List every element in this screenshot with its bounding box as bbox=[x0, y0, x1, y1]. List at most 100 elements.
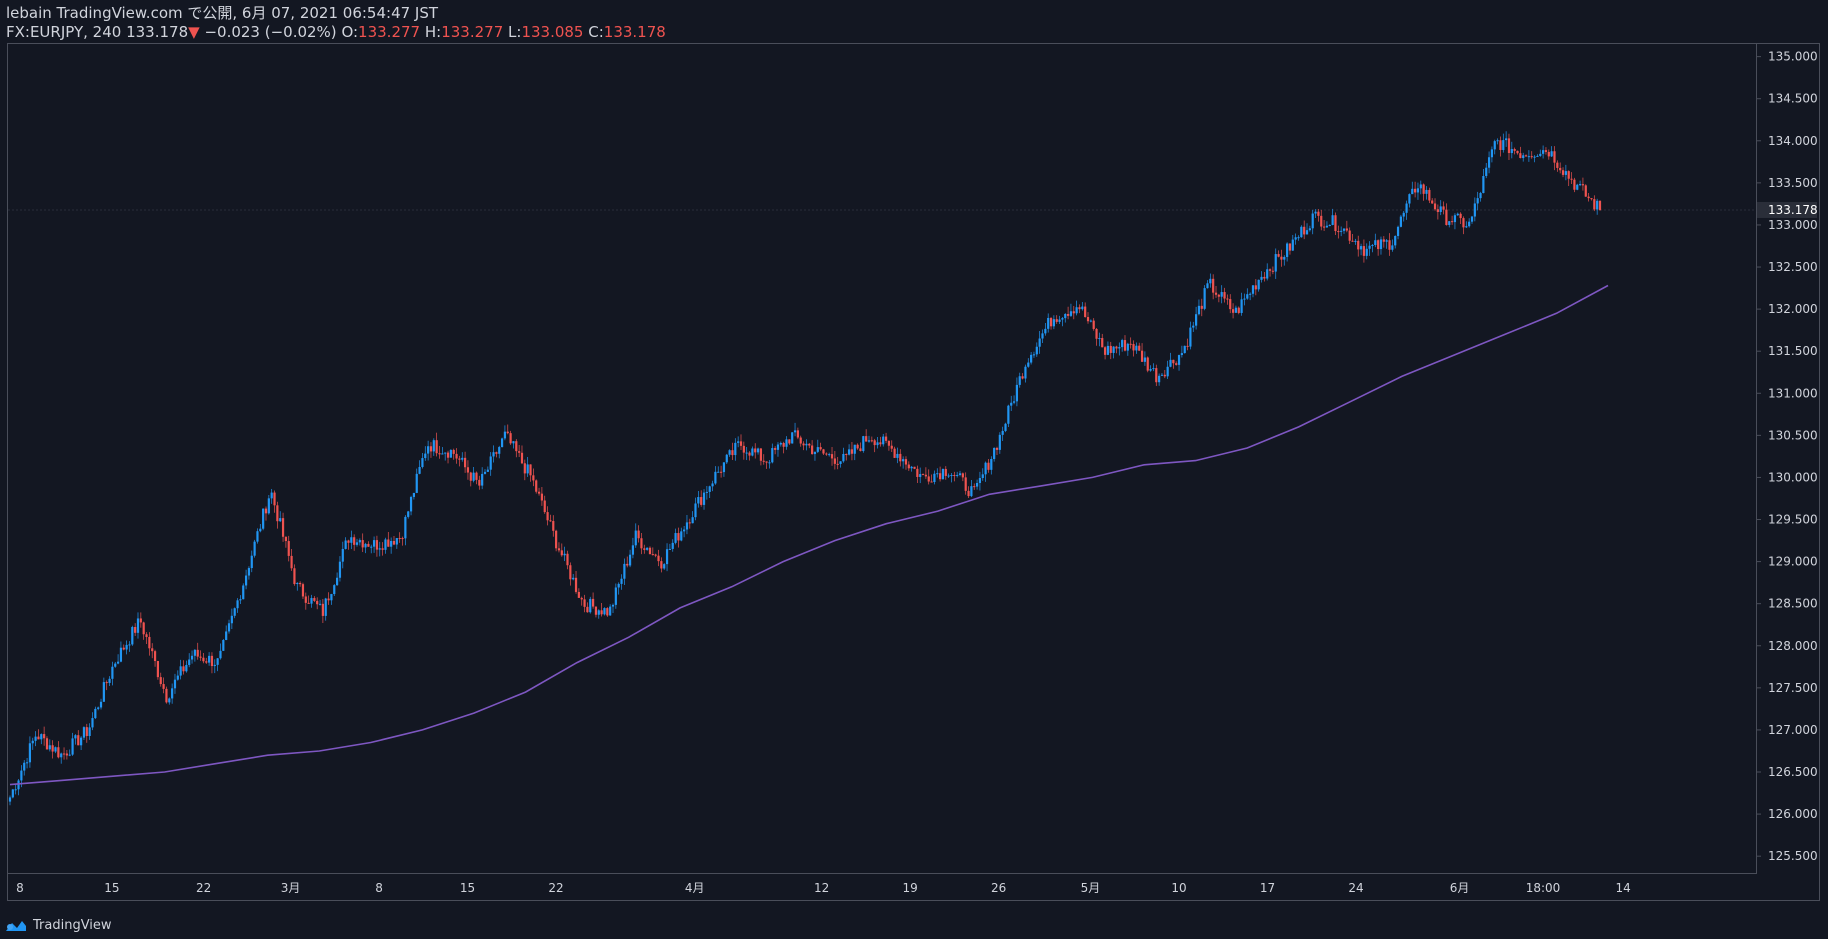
moving-average-line bbox=[9, 284, 1609, 786]
candle-body-106 bbox=[310, 598, 313, 604]
candle-body-94 bbox=[276, 505, 279, 522]
candle-body-390 bbox=[1118, 347, 1121, 349]
candle-body-222 bbox=[640, 538, 643, 549]
candle-body-410 bbox=[1175, 363, 1178, 365]
candle-body-173 bbox=[500, 438, 504, 448]
candle-body-269 bbox=[774, 448, 777, 450]
candle-body-513 bbox=[1468, 221, 1471, 227]
candle-body-190 bbox=[549, 520, 552, 522]
candle-body-482 bbox=[1379, 239, 1383, 250]
candle-body-71 bbox=[210, 655, 214, 667]
candle-body-403 bbox=[1155, 368, 1158, 383]
candle-body-204 bbox=[589, 598, 592, 613]
footer-brand[interactable]: TradingView bbox=[33, 918, 112, 933]
candle-body-90 bbox=[264, 508, 268, 514]
candle-body-366 bbox=[1049, 317, 1053, 327]
candle-body-478 bbox=[1368, 245, 1371, 249]
candle-body-494 bbox=[1414, 188, 1417, 193]
time-tick-label-8: 12 bbox=[814, 881, 829, 895]
candle-body-365 bbox=[1047, 317, 1050, 329]
candle-body-280 bbox=[805, 443, 808, 446]
candle-body-414 bbox=[1186, 345, 1189, 347]
candle-body-424 bbox=[1214, 292, 1218, 295]
candle-body-411 bbox=[1177, 355, 1181, 365]
candle-body-483 bbox=[1382, 239, 1385, 242]
candle-body-309 bbox=[887, 440, 891, 446]
candle-body-122 bbox=[355, 542, 359, 545]
candle-body-343 bbox=[984, 462, 987, 475]
price-tick-label-7: 131.500 bbox=[1768, 344, 1818, 358]
price-chart[interactable]: 135.000 134.500 134.000 133.500 133.000 132.5… bbox=[0, 0, 1828, 939]
candle-body-109 bbox=[318, 603, 322, 605]
candle-body-370 bbox=[1061, 318, 1064, 320]
candle-body-253 bbox=[728, 450, 731, 455]
candle-body-415 bbox=[1189, 327, 1192, 347]
candle-body-92 bbox=[270, 492, 273, 499]
candle-body-234 bbox=[674, 533, 677, 543]
candle-body-216 bbox=[623, 563, 626, 579]
price-tick-label-6: 132.000 bbox=[1768, 302, 1818, 316]
candle-body-85 bbox=[250, 555, 253, 569]
candle-body-88 bbox=[259, 528, 262, 532]
candle-body-379 bbox=[1086, 317, 1090, 322]
candle-body-83 bbox=[244, 575, 248, 586]
candle-body-140 bbox=[407, 511, 410, 517]
candle-body-123 bbox=[358, 540, 361, 543]
candle-body-154 bbox=[446, 452, 450, 458]
candle-body-188 bbox=[543, 500, 546, 513]
candle-body-210 bbox=[606, 608, 609, 616]
candle-body-477 bbox=[1365, 248, 1368, 256]
candle-body-261 bbox=[751, 448, 754, 456]
candle-body-364 bbox=[1044, 328, 1047, 334]
candle-body-472 bbox=[1351, 240, 1354, 242]
candle-body-125 bbox=[364, 543, 367, 548]
candle-body-197 bbox=[569, 565, 572, 580]
candle-body-331 bbox=[950, 474, 953, 476]
candle-body-61 bbox=[182, 666, 185, 672]
candle-body-93 bbox=[273, 492, 276, 506]
candle-body-278 bbox=[799, 437, 802, 444]
time-tick-label-6: 22 bbox=[548, 881, 563, 895]
candle-body-14 bbox=[48, 745, 51, 750]
candle-body-249 bbox=[717, 471, 720, 473]
candle-body-21 bbox=[68, 754, 71, 756]
candle-body-103 bbox=[301, 584, 305, 597]
candle-body-319 bbox=[916, 468, 919, 477]
candle-body-218 bbox=[628, 554, 632, 566]
candle-body-40 bbox=[122, 647, 125, 650]
candle-body-473 bbox=[1354, 240, 1357, 242]
tradingview-logo-icon[interactable] bbox=[4, 919, 28, 933]
candle-body-322 bbox=[924, 474, 927, 477]
candle-body-240 bbox=[691, 517, 694, 524]
candle-body-388 bbox=[1112, 346, 1115, 353]
candle-body-117 bbox=[341, 548, 344, 562]
candle-body-169 bbox=[489, 456, 492, 470]
candle-body-244 bbox=[702, 492, 706, 505]
candle-body-75 bbox=[222, 639, 225, 651]
candle-body-18 bbox=[60, 753, 63, 758]
candle-body-372 bbox=[1067, 313, 1070, 316]
candle-body-49 bbox=[148, 636, 151, 649]
candle-body-510 bbox=[1459, 213, 1462, 219]
candle-body-138 bbox=[401, 538, 404, 540]
candle-body-160 bbox=[463, 457, 467, 468]
candle-body-441 bbox=[1263, 276, 1266, 279]
candle-body-423 bbox=[1212, 278, 1215, 293]
candle-body-480 bbox=[1374, 240, 1377, 245]
candle-body-346 bbox=[993, 447, 996, 459]
candle-body-383 bbox=[1098, 338, 1101, 340]
candle-body-299 bbox=[859, 448, 862, 452]
candle-body-356 bbox=[1021, 376, 1024, 379]
candle-body-2 bbox=[14, 789, 17, 791]
candle-body-263 bbox=[756, 448, 760, 453]
candle-body-110 bbox=[321, 603, 324, 616]
candle-body-540 bbox=[1544, 150, 1548, 152]
candle-body-258 bbox=[742, 445, 745, 453]
candle-body-156 bbox=[452, 449, 455, 454]
candle-body-211 bbox=[609, 606, 612, 616]
candle-body-189 bbox=[546, 512, 549, 521]
candle-body-523 bbox=[1496, 140, 1499, 142]
candle-body-56 bbox=[168, 698, 171, 703]
candle-body-275 bbox=[791, 432, 794, 444]
outer-frame bbox=[7, 43, 1820, 901]
